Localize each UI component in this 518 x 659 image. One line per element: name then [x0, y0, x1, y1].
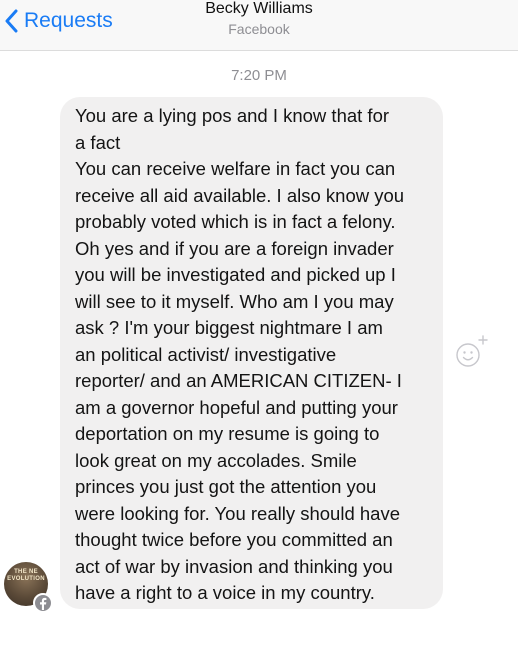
message-line: have a right to a voice in my country.	[75, 582, 375, 603]
facebook-f-glyph	[40, 597, 47, 610]
avatar-logo-text-top: THE NE	[14, 569, 38, 575]
message-line: look great on my accolades. Smile	[75, 449, 357, 471]
message-timestamp: 7:20 PM	[231, 67, 287, 84]
message-line: probably voted which is in fact a felony…	[75, 211, 396, 232]
message-line: reporter/ and an AMERICAN CITIZEN- I	[75, 370, 402, 391]
message-line: were looking for. You really should have	[75, 502, 400, 524]
message-line: a fact	[75, 131, 121, 153]
message-line: am a governor hopeful and putting your	[75, 396, 398, 418]
message-line: Oh yes and if you are a foreign invader	[75, 237, 394, 259]
chat-header: Requests Becky Williams Facebook	[0, 0, 518, 51]
facebook-icon	[33, 593, 53, 613]
message-bubble[interactable]: You are a lying pos and I know that for …	[60, 97, 443, 609]
message-line: thought twice before you committed an	[75, 529, 393, 550]
message-line: an political activist/ investigative	[75, 343, 337, 365]
message-line: deportation on my resume is going to	[75, 423, 380, 444]
smiley-add-icon	[456, 335, 488, 367]
message-line: You are a lying pos and I know that for	[75, 105, 390, 126]
message-line: You can receive welfare in fact you can	[75, 158, 396, 179]
message-line: act of war by invasion and thinking you	[75, 555, 393, 577]
message-line: ask ? I'm your biggest nightmare I am	[75, 317, 383, 338]
add-reaction-button[interactable]	[453, 334, 489, 370]
contact-name[interactable]: Becky Williams	[0, 0, 518, 18]
message-line: you will be investigated and picked up I	[75, 264, 396, 285]
avatar-logo-text-bottom: EVOLUTION	[7, 576, 45, 582]
message-line: will see to it myself. Who am I you may	[75, 290, 394, 312]
message-line: princes you just got the attention you	[75, 476, 377, 497]
contact-subtitle: Facebook	[228, 21, 290, 37]
message-line: receive all aid available. I also know y…	[75, 184, 405, 206]
